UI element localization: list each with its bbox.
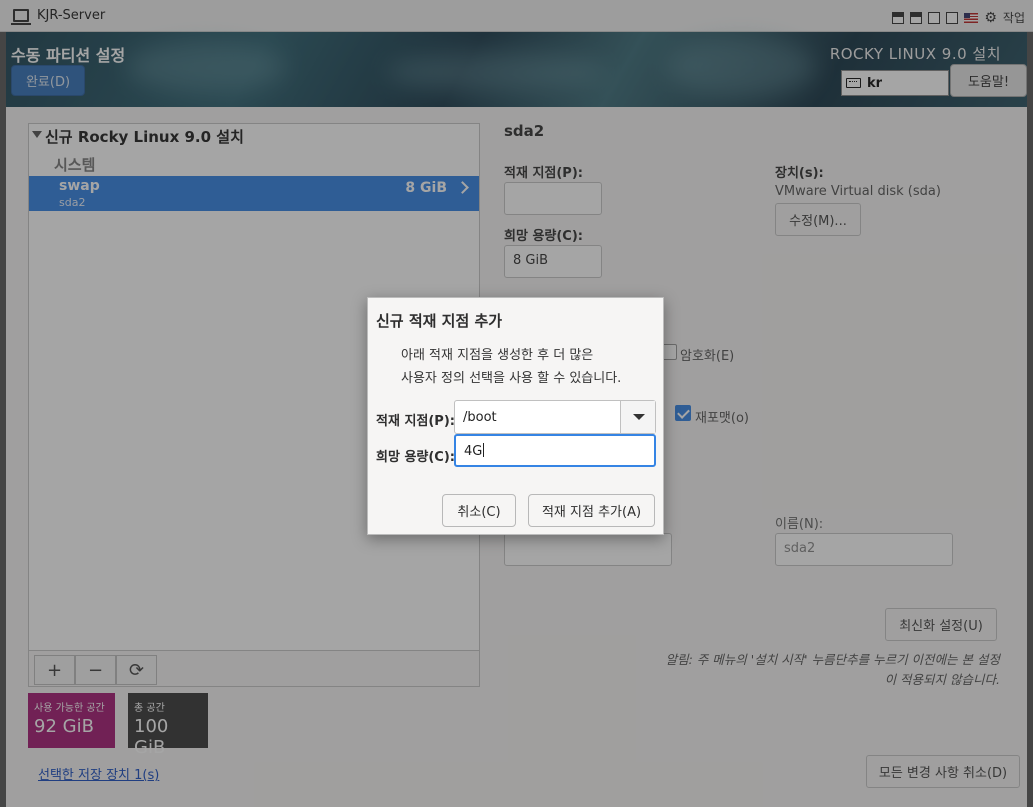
cancel-button[interactable]: 취소(C)	[442, 494, 516, 527]
dialog-title: 신규 적재 지점 추가	[376, 312, 503, 330]
dialog-message-line1: 아래 적재 지점을 생성한 후 더 많은	[401, 348, 594, 363]
chevron-down-icon[interactable]	[620, 401, 655, 433]
text-cursor	[483, 443, 485, 457]
desired-capacity-input[interactable]: 4G	[454, 434, 656, 467]
add-mount-point-button[interactable]: 적재 지점 추가(A)	[528, 494, 655, 527]
add-mount-point-dialog: 신규 적재 지점 추가 아래 적재 지점을 생성한 후 더 많은 사용자 정의 …	[367, 297, 664, 535]
dialog-capacity-label: 희망 용량(C):	[376, 450, 455, 465]
desired-capacity-value: 4G	[464, 444, 483, 459]
mount-point-value[interactable]: /boot	[463, 410, 497, 425]
dialog-message-line2: 사용자 정의 선택을 사용 할 수 있습니다.	[401, 371, 622, 386]
mount-point-combo[interactable]: /boot	[454, 400, 656, 434]
dialog-mount-label: 적재 지점(P):	[376, 414, 455, 429]
dialog-message: 아래 적재 지점을 생성한 후 더 많은 사용자 정의 선택을 사용 할 수 있…	[401, 344, 621, 390]
